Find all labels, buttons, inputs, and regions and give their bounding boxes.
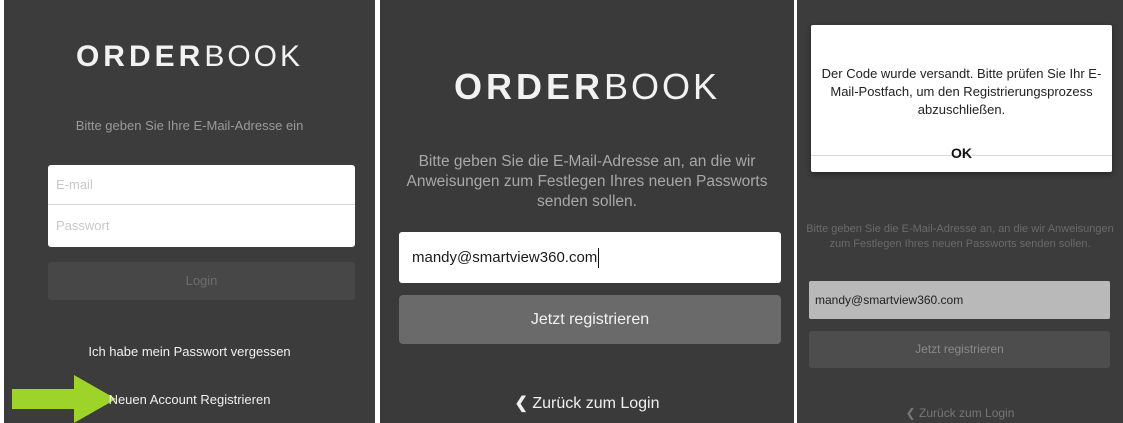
register-prompt: Bitte geben Sie die E-Mail-Adresse an, a…: [806, 223, 1114, 250]
email-input[interactable]: mandy@smartview360.com: [399, 232, 781, 283]
text-caret: [598, 248, 600, 269]
register-prompt: Bitte geben Sie die E-Mail-Adresse an, a…: [406, 153, 768, 210]
confirmation-dialog: Der Code wurde versandt. Bitte prüfen Si…: [811, 25, 1112, 172]
back-to-login-label: Zurück zum Login: [919, 406, 1015, 420]
email-input-value: mandy@smartview360.com: [412, 249, 598, 266]
chevron-left-icon: ❮: [905, 406, 916, 420]
back-to-login-link[interactable]: ❮ Zurück zum Login: [380, 393, 794, 413]
register-account-link[interactable]: Neuen Account Registrieren: [4, 392, 375, 407]
back-to-login-label: Zurück zum Login: [532, 395, 660, 412]
email-field[interactable]: E-mail: [48, 165, 355, 205]
login-screen: ORDERBOOK Bitte geben Sie Ihre E-Mail-Ad…: [4, 0, 375, 423]
dialog-divider: [811, 155, 1112, 156]
confirmation-screen: ORDERBOOK Bitte geben Sie die E-Mail-Adr…: [797, 0, 1123, 423]
register-button[interactable]: Jetzt registrieren: [399, 295, 781, 344]
back-to-login-link[interactable]: ❮ Zurück zum Login: [797, 406, 1123, 420]
forgot-password-link[interactable]: Ich habe mein Passwort vergessen: [4, 344, 375, 359]
email-input[interactable]: mandy@smartview360.com: [809, 281, 1110, 319]
logo-light-text: BOOK: [603, 66, 721, 107]
chevron-left-icon: ❮: [514, 395, 528, 412]
register-screen: ORDERBOOK Bitte geben Sie die E-Mail-Adr…: [380, 0, 794, 423]
logo-bold-text: ORDER: [453, 66, 604, 107]
email-prompt: Bitte geben Sie Ihre E-Mail-Adresse ein: [75, 118, 304, 133]
orderbook-logo: ORDERBOOK: [380, 66, 794, 108]
dialog-message: Der Code wurde versandt. Bitte prüfen Si…: [821, 66, 1102, 117]
orderbook-logo: ORDERBOOK: [4, 40, 375, 74]
logo-light-text: BOOK: [204, 40, 304, 73]
credentials-box: E-mail Passwort: [48, 165, 355, 247]
logo-bold-text: ORDER: [75, 40, 205, 73]
password-field[interactable]: Passwort: [48, 206, 355, 246]
register-button[interactable]: Jetzt registrieren: [809, 331, 1110, 368]
login-button[interactable]: Login: [48, 262, 355, 300]
